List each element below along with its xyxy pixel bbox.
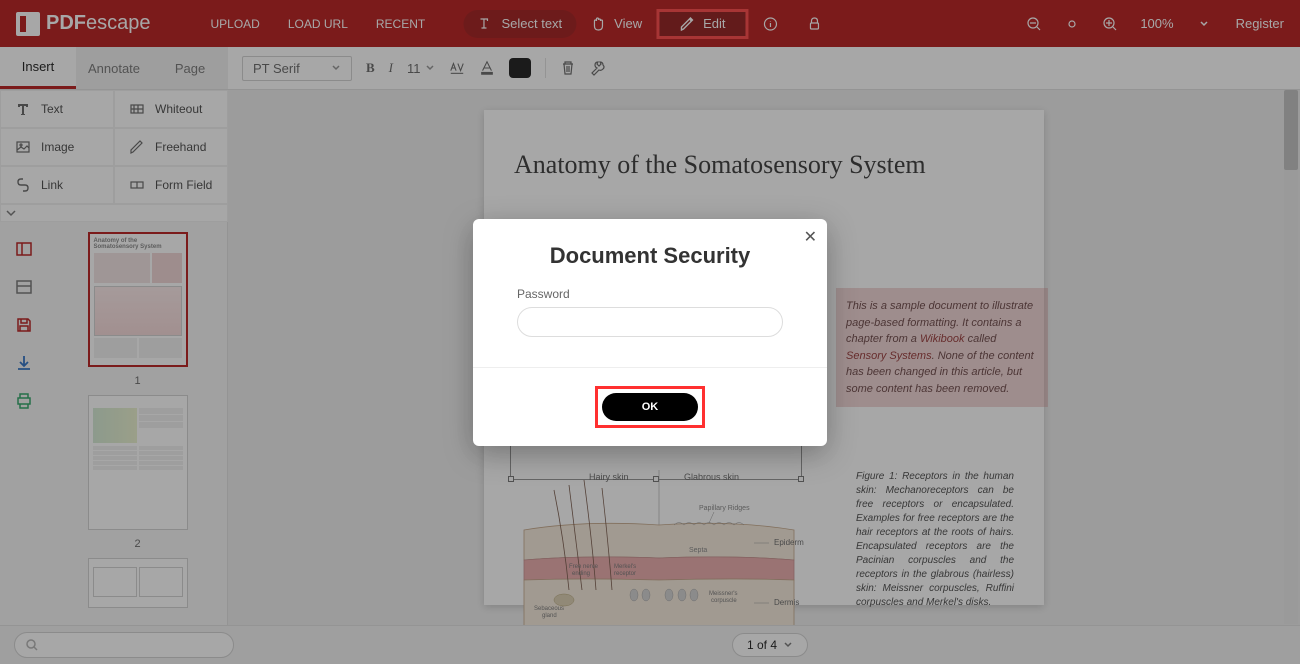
modal-footer: OK (473, 367, 827, 446)
modal-body: Password (473, 287, 827, 367)
ok-button[interactable]: OK (602, 393, 699, 421)
password-input[interactable] (517, 307, 783, 337)
modal-title: Document Security (473, 219, 827, 287)
modal-overlay[interactable]: ✕ Document Security Password OK (0, 0, 1300, 664)
ok-button-highlight: OK (595, 386, 706, 428)
modal-close-button[interactable]: ✕ (804, 227, 817, 247)
document-security-modal: ✕ Document Security Password OK (473, 219, 827, 446)
password-label: Password (517, 287, 783, 301)
